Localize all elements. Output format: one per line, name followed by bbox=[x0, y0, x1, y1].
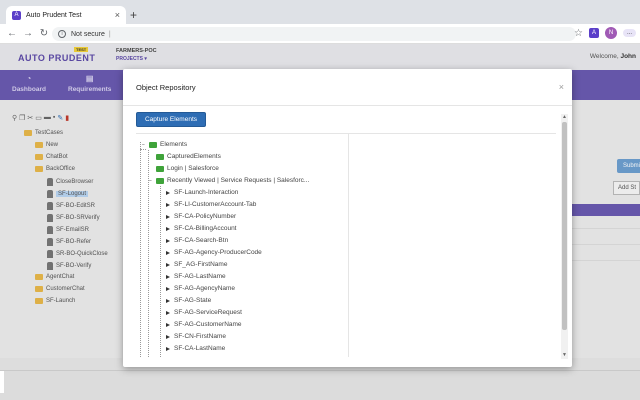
modal-header-divider bbox=[123, 105, 572, 106]
folder-icon bbox=[156, 165, 164, 172]
bottom-field bbox=[0, 371, 4, 393]
tree-element[interactable]: SF-CA-PolicyNumber bbox=[166, 213, 236, 220]
tree-guide bbox=[140, 142, 141, 357]
tree-element[interactable]: SF-AG-CustomerName bbox=[166, 321, 242, 328]
collapse-icon[interactable]: − bbox=[142, 142, 147, 148]
tree-element[interactable]: SF-LI-CustomerAccount-Tab bbox=[166, 201, 256, 208]
profile-pill[interactable]: ... bbox=[622, 29, 636, 37]
capture-elements-button[interactable]: Capture Elements bbox=[136, 112, 206, 127]
element-node-icon bbox=[166, 262, 171, 268]
element-node-icon bbox=[166, 274, 171, 280]
tree-guide bbox=[140, 149, 146, 150]
collapse-icon[interactable]: − bbox=[149, 178, 154, 184]
scroll-thumb[interactable] bbox=[562, 122, 567, 330]
bottom-bar bbox=[0, 370, 640, 400]
tree-root-elements[interactable]: − Elements bbox=[142, 141, 187, 148]
element-tree: − Elements CapturedElements Login | Sale… bbox=[136, 134, 349, 357]
element-node-icon bbox=[166, 226, 171, 232]
element-node-icon bbox=[166, 190, 171, 196]
tree-element[interactable]: SF-CA-LastName bbox=[166, 345, 225, 352]
tree-folder-expanded[interactable]: − Recently Viewed | Service Requests | S… bbox=[149, 177, 309, 184]
profile-avatar[interactable]: N bbox=[604, 27, 617, 39]
auto-prudent-favicon-icon: A bbox=[12, 10, 21, 20]
tree-element[interactable]: SF-CA-Search-Btn bbox=[166, 237, 228, 244]
tree-element[interactable]: SF-AG-Agency-ProducerCode bbox=[166, 249, 262, 256]
browser-tab[interactable]: A Auto Prudent Test × bbox=[6, 6, 126, 24]
extension-icon[interactable]: A bbox=[588, 28, 599, 38]
element-node-icon bbox=[166, 322, 171, 328]
tree-element[interactable]: SF-AG-State bbox=[166, 297, 211, 304]
bookmark-star-icon[interactable]: ☆ bbox=[574, 28, 583, 39]
modal-title: Object Repository bbox=[136, 83, 196, 92]
browser-toolbar: ← → ↻ i Not secure | ☆ A N ... bbox=[0, 24, 640, 44]
scroll-down-icon[interactable]: ▼ bbox=[561, 352, 568, 359]
tree-element[interactable]: SF-AG-ServiceRequest bbox=[166, 309, 242, 316]
new-tab-button[interactable]: + bbox=[130, 8, 137, 22]
tree-guide bbox=[160, 186, 161, 357]
element-node-icon bbox=[166, 238, 171, 244]
info-icon[interactable]: i bbox=[58, 30, 66, 38]
address-separator: | bbox=[108, 30, 111, 38]
element-node-icon bbox=[166, 286, 171, 292]
tree-element[interactable]: SF-AG-LastName bbox=[166, 273, 226, 280]
tab-close-icon[interactable]: × bbox=[115, 10, 120, 20]
folder-icon bbox=[156, 177, 164, 184]
element-node-icon bbox=[166, 310, 171, 316]
element-node-icon bbox=[166, 346, 171, 352]
folder-icon bbox=[149, 141, 157, 148]
security-status: Not secure bbox=[71, 30, 105, 38]
reload-icon[interactable]: ↻ bbox=[36, 28, 52, 39]
tree-folder[interactable]: CapturedElements bbox=[156, 153, 221, 160]
scroll-up-icon[interactable]: ▲ bbox=[561, 114, 568, 121]
close-icon[interactable]: × bbox=[559, 83, 564, 92]
element-node-icon bbox=[166, 214, 171, 220]
browser-tabstrip: A Auto Prudent Test × + bbox=[0, 0, 640, 24]
element-node-icon bbox=[166, 298, 171, 304]
tree-element[interactable]: SF-CN-FirstName bbox=[166, 333, 226, 340]
tree-element[interactable]: SF_AG-FirstName bbox=[166, 261, 227, 268]
modal-scrollbar[interactable]: ▲ ▼ bbox=[561, 114, 568, 359]
tree-element[interactable]: SF-AG-AgencyName bbox=[166, 285, 235, 292]
back-arrow-icon[interactable]: ← bbox=[4, 28, 20, 39]
tab-title: Auto Prudent Test bbox=[26, 11, 82, 19]
element-node-icon bbox=[166, 250, 171, 256]
element-node-icon bbox=[166, 202, 171, 208]
address-bar[interactable]: i Not secure | bbox=[52, 27, 576, 41]
folder-icon bbox=[156, 153, 164, 160]
forward-arrow-icon[interactable]: → bbox=[20, 28, 36, 39]
element-node-icon bbox=[166, 334, 171, 340]
tree-element[interactable]: SF-Launch-Interaction bbox=[166, 189, 238, 196]
tree-element[interactable]: SF-CA-BillingAccount bbox=[166, 225, 237, 232]
tree-folder[interactable]: Login | Salesforce bbox=[156, 165, 219, 172]
object-repository-modal: Object Repository × Capture Elements − E… bbox=[123, 69, 572, 367]
